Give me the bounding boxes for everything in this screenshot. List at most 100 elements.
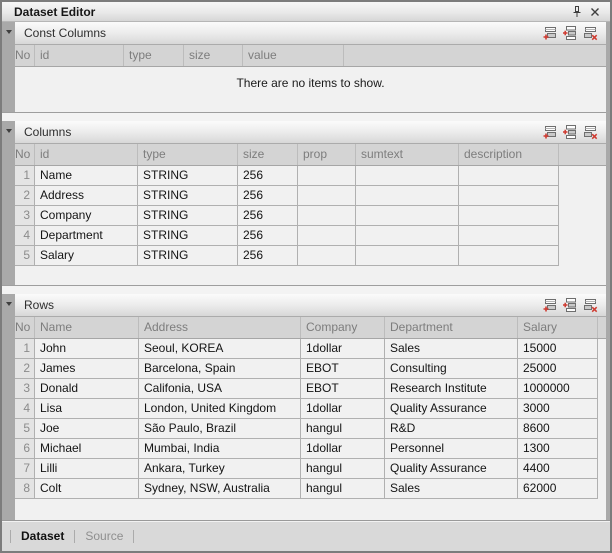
id-cell[interactable]: Company	[35, 206, 138, 226]
salary-cell[interactable]: 4400	[518, 459, 598, 479]
company-cell[interactable]: 1dollar	[301, 439, 385, 459]
salary-cell[interactable]: 15000	[518, 339, 598, 359]
rows-collapse-button[interactable]	[2, 298, 15, 310]
insert-row-button[interactable]	[560, 24, 580, 42]
size-cell[interactable]: 256	[238, 206, 298, 226]
type-cell[interactable]: STRING	[138, 246, 238, 266]
column-header-value[interactable]: value	[243, 45, 344, 66]
type-cell[interactable]: STRING	[138, 206, 238, 226]
name-cell[interactable]: James	[35, 359, 139, 379]
row-index-cell[interactable]: 5	[15, 419, 35, 439]
id-cell[interactable]: Address	[35, 186, 138, 206]
prop-cell[interactable]	[298, 186, 356, 206]
description-cell[interactable]	[459, 226, 559, 246]
close-button[interactable]	[586, 4, 604, 20]
company-cell[interactable]: hangul	[301, 419, 385, 439]
columns-collapse-button[interactable]	[2, 125, 15, 137]
column-header-company[interactable]: Company	[301, 317, 385, 338]
department-cell[interactable]: Research Institute	[385, 379, 518, 399]
salary-cell[interactable]: 25000	[518, 359, 598, 379]
size-cell[interactable]: 256	[238, 246, 298, 266]
column-header-no[interactable]: No	[15, 144, 35, 165]
pin-button[interactable]	[568, 4, 586, 20]
column-header-no[interactable]: No	[15, 317, 35, 338]
insert-row-button[interactable]	[560, 123, 580, 141]
row-index-cell[interactable]: 1	[15, 339, 35, 359]
address-cell[interactable]: São Paulo, Brazil	[139, 419, 301, 439]
department-cell[interactable]: Consulting	[385, 359, 518, 379]
column-header-department[interactable]: Department	[385, 317, 518, 338]
id-cell[interactable]: Salary	[35, 246, 138, 266]
description-cell[interactable]	[459, 246, 559, 266]
id-cell[interactable]: Name	[35, 166, 138, 186]
section-splitter[interactable]	[2, 285, 610, 294]
company-cell[interactable]: 1dollar	[301, 339, 385, 359]
tab-dataset[interactable]: Dataset	[20, 527, 65, 545]
address-cell[interactable]: Califonia, USA	[139, 379, 301, 399]
column-header-name[interactable]: Name	[35, 317, 139, 338]
address-cell[interactable]: London, United Kingdom	[139, 399, 301, 419]
column-header-type[interactable]: type	[124, 45, 184, 66]
name-cell[interactable]: John	[35, 339, 139, 359]
department-cell[interactable]: Sales	[385, 339, 518, 359]
description-cell[interactable]	[459, 206, 559, 226]
department-cell[interactable]: Quality Assurance	[385, 459, 518, 479]
column-header-sumtext[interactable]: sumtext	[356, 144, 459, 165]
company-cell[interactable]: hangul	[301, 459, 385, 479]
name-cell[interactable]: Colt	[35, 479, 139, 499]
description-cell[interactable]	[459, 186, 559, 206]
department-cell[interactable]: R&D	[385, 419, 518, 439]
prop-cell[interactable]	[298, 246, 356, 266]
row-index-cell[interactable]: 3	[15, 206, 35, 226]
salary-cell[interactable]: 3000	[518, 399, 598, 419]
name-cell[interactable]: Michael	[35, 439, 139, 459]
address-cell[interactable]: Seoul, KOREA	[139, 339, 301, 359]
prop-cell[interactable]	[298, 166, 356, 186]
column-header-type[interactable]: type	[138, 144, 238, 165]
column-header-salary[interactable]: Salary	[518, 317, 598, 338]
column-header-id[interactable]: id	[35, 144, 138, 165]
column-header-size[interactable]: size	[184, 45, 243, 66]
sumtext-cell[interactable]	[356, 166, 459, 186]
department-cell[interactable]: Quality Assurance	[385, 399, 518, 419]
name-cell[interactable]: Lisa	[35, 399, 139, 419]
column-header-size[interactable]: size	[238, 144, 298, 165]
add-row-button[interactable]	[540, 24, 560, 42]
delete-row-button[interactable]	[580, 24, 600, 42]
column-header-prop[interactable]: prop	[298, 144, 356, 165]
sumtext-cell[interactable]	[356, 226, 459, 246]
size-cell[interactable]: 256	[238, 166, 298, 186]
type-cell[interactable]: STRING	[138, 226, 238, 246]
add-row-button[interactable]	[540, 123, 560, 141]
row-index-cell[interactable]: 4	[15, 399, 35, 419]
salary-cell[interactable]: 1000000	[518, 379, 598, 399]
column-header-id[interactable]: id	[35, 45, 124, 66]
prop-cell[interactable]	[298, 226, 356, 246]
size-cell[interactable]: 256	[238, 186, 298, 206]
department-cell[interactable]: Personnel	[385, 439, 518, 459]
row-index-cell[interactable]: 4	[15, 226, 35, 246]
type-cell[interactable]: STRING	[138, 186, 238, 206]
description-cell[interactable]	[459, 166, 559, 186]
address-cell[interactable]: Mumbai, India	[139, 439, 301, 459]
delete-row-button[interactable]	[580, 123, 600, 141]
address-cell[interactable]: Barcelona, Spain	[139, 359, 301, 379]
salary-cell[interactable]: 62000	[518, 479, 598, 499]
name-cell[interactable]: Lilli	[35, 459, 139, 479]
row-index-cell[interactable]: 2	[15, 359, 35, 379]
department-cell[interactable]: Sales	[385, 479, 518, 499]
row-index-cell[interactable]: 3	[15, 379, 35, 399]
address-cell[interactable]: Ankara, Turkey	[139, 459, 301, 479]
address-cell[interactable]: Sydney, NSW, Australia	[139, 479, 301, 499]
id-cell[interactable]: Department	[35, 226, 138, 246]
size-cell[interactable]: 256	[238, 226, 298, 246]
column-header-address[interactable]: Address	[139, 317, 301, 338]
sumtext-cell[interactable]	[356, 186, 459, 206]
row-index-cell[interactable]: 7	[15, 459, 35, 479]
row-index-cell[interactable]: 8	[15, 479, 35, 499]
delete-row-button[interactable]	[580, 296, 600, 314]
const-columns-collapse-button[interactable]	[2, 26, 15, 38]
name-cell[interactable]: Joe	[35, 419, 139, 439]
sumtext-cell[interactable]	[356, 246, 459, 266]
company-cell[interactable]: hangul	[301, 479, 385, 499]
